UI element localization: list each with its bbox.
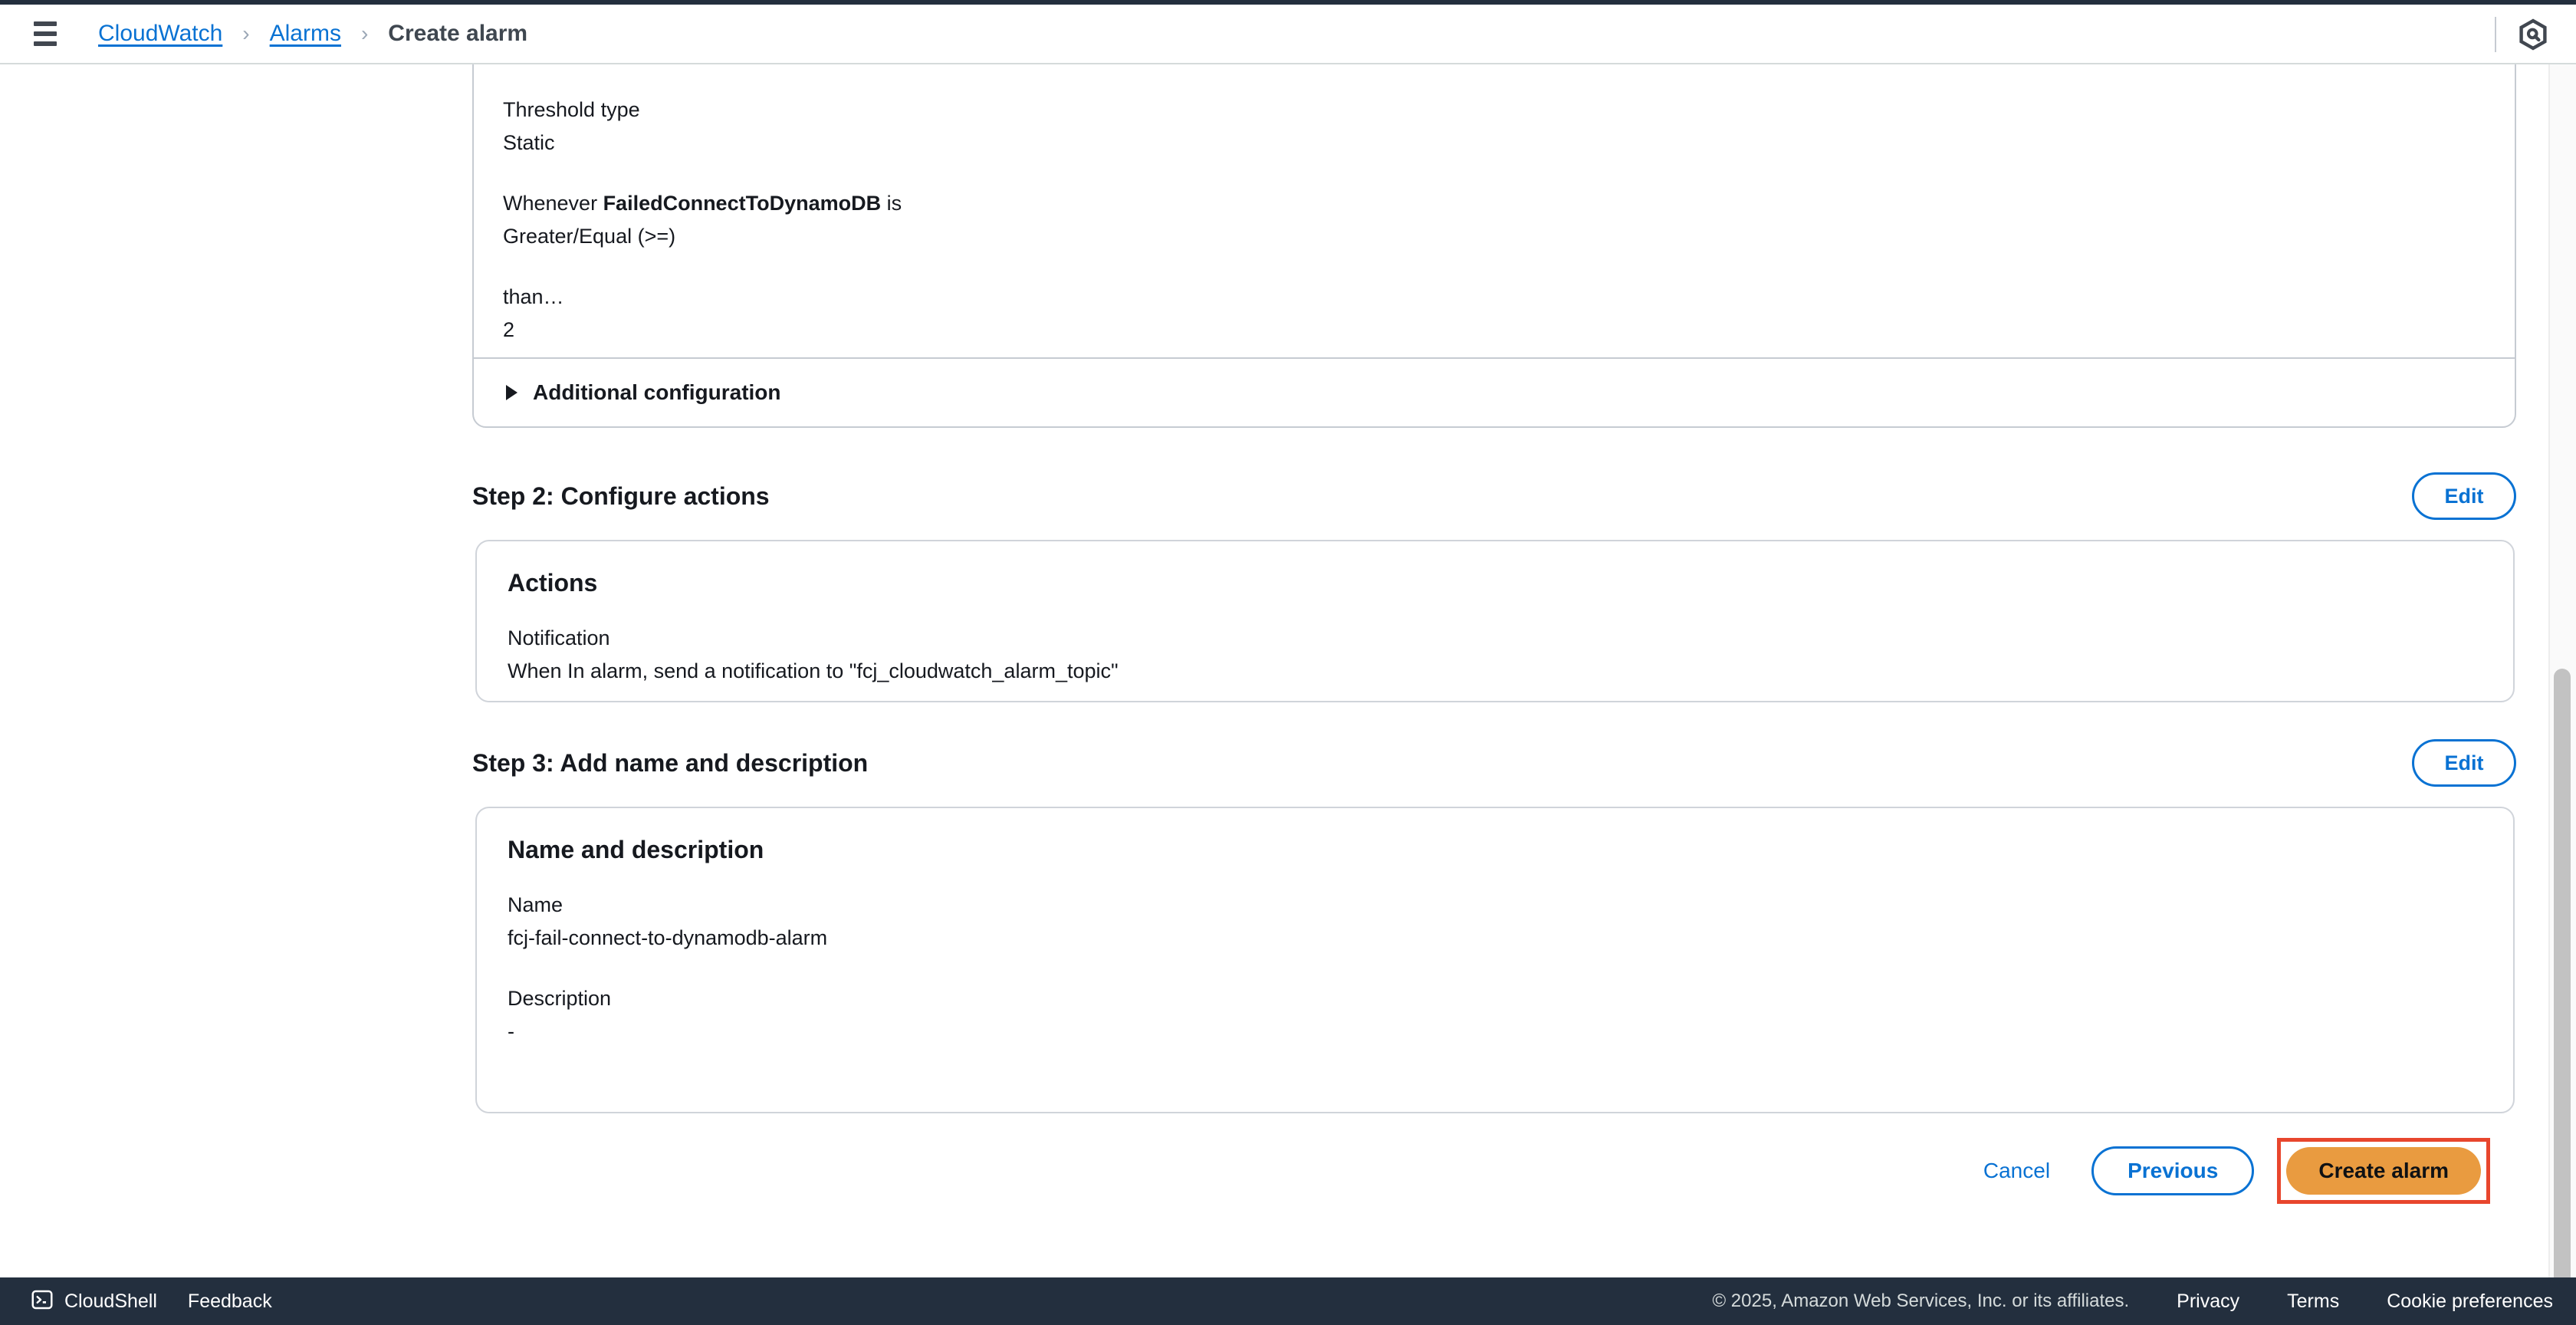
page-scrollbar-thumb[interactable] xyxy=(2554,669,2571,1322)
create-alarm-highlight-annotation: Create alarm xyxy=(2277,1138,2490,1204)
threshold-type-value: Static xyxy=(503,131,555,154)
privacy-link[interactable]: Privacy xyxy=(2177,1290,2239,1313)
terms-link[interactable]: Terms xyxy=(2287,1290,2339,1313)
footer-left-group: CloudShell Feedback xyxy=(21,1277,294,1325)
condition-metric-name: FailedConnectToDynamoDB xyxy=(603,192,882,215)
alarm-description-block: Description - xyxy=(508,982,2513,1048)
breadcrumb-item-cloudwatch[interactable]: CloudWatch xyxy=(98,21,222,47)
footer-right-group: © 2025, Amazon Web Services, Inc. or its… xyxy=(1712,1290,2553,1313)
condition-sentence: Whenever FailedConnectToDynamoDB is xyxy=(503,187,2515,220)
step3-heading: Step 3: Add name and description xyxy=(472,748,869,777)
threshold-type-block: Threshold type Static xyxy=(503,94,2515,159)
breadcrumb-item-create-alarm: Create alarm xyxy=(388,21,528,46)
step3-header-row: Step 3: Add name and description Edit xyxy=(472,739,2516,787)
cancel-button[interactable]: Cancel xyxy=(1960,1147,2073,1195)
alarm-description-value: - xyxy=(508,1020,514,1043)
notification-label: Notification xyxy=(508,626,610,649)
condition-prefix: Whenever xyxy=(503,192,603,215)
additional-configuration-label: Additional configuration xyxy=(533,380,781,404)
alarm-name-block: Name fcj-fail-connect-to-dynamodb-alarm xyxy=(508,889,2513,955)
cloudshell-label: CloudShell xyxy=(64,1290,157,1312)
cookie-preferences-link[interactable]: Cookie preferences xyxy=(2387,1290,2553,1313)
notification-value: When In alarm, send a notification to "f… xyxy=(508,659,1119,682)
create-alarm-button[interactable]: Create alarm xyxy=(2286,1147,2481,1195)
amazon-q-hexagon-icon[interactable] xyxy=(2516,18,2550,51)
header-right-group xyxy=(2495,5,2576,64)
chevron-right-icon: › xyxy=(360,21,369,45)
step2-edit-button[interactable]: Edit xyxy=(2412,472,2516,520)
than-label: than… xyxy=(503,285,564,308)
main-content: Threshold type Static Whenever FailedCon… xyxy=(0,64,2576,1279)
page-footer: CloudShell Feedback © 2025, Amazon Web S… xyxy=(0,1277,2576,1325)
breadcrumb-item-alarms[interactable]: Alarms xyxy=(270,21,341,47)
threshold-type-label: Threshold type xyxy=(503,98,640,121)
terminal-prompt-icon xyxy=(31,1288,54,1315)
page-scrollbar-track[interactable] xyxy=(2548,64,2576,1322)
threshold-value-block: than… 2 xyxy=(503,281,2515,347)
step1-threshold-panel: Threshold type Static Whenever FailedCon… xyxy=(472,64,2516,374)
header-divider xyxy=(2495,17,2496,52)
form-actions-bar: Cancel Previous Create alarm xyxy=(0,1138,2530,1204)
alarm-name-label: Name xyxy=(508,893,564,916)
step3-edit-button[interactable]: Edit xyxy=(2412,739,2516,787)
caret-right-icon xyxy=(506,385,518,400)
name-description-card: Name and description Name fcj-fail-conne… xyxy=(475,807,2515,1113)
breadcrumb: CloudWatch › Alarms › Create alarm xyxy=(98,21,527,47)
hamburger-menu-icon[interactable] xyxy=(28,16,63,51)
feedback-label: Feedback xyxy=(187,1290,272,1312)
feedback-button[interactable]: Feedback xyxy=(166,1277,294,1325)
alarm-name-value: fcj-fail-connect-to-dynamodb-alarm xyxy=(508,926,828,949)
condition-suffix: is xyxy=(881,192,902,215)
actions-card-title: Actions xyxy=(508,569,598,597)
than-value: 2 xyxy=(503,318,515,341)
name-description-card-title: Name and description xyxy=(508,836,764,863)
alarm-description-label: Description xyxy=(508,987,612,1010)
copyright-text: © 2025, Amazon Web Services, Inc. or its… xyxy=(1712,1290,2130,1311)
additional-configuration-expander[interactable]: Additional configuration xyxy=(472,357,2516,428)
cloudshell-button[interactable]: CloudShell xyxy=(21,1277,166,1325)
previous-button[interactable]: Previous xyxy=(2091,1146,2255,1195)
condition-operator: Greater/Equal (>=) xyxy=(503,225,676,248)
step2-header-row: Step 2: Configure actions Edit xyxy=(472,472,2516,520)
condition-block: Whenever FailedConnectToDynamoDB is Grea… xyxy=(503,187,2515,253)
chevron-right-icon: › xyxy=(242,21,250,45)
actions-card: Actions Notification When In alarm, send… xyxy=(475,540,2515,702)
step2-heading: Step 2: Configure actions xyxy=(472,482,770,510)
page-header: CloudWatch › Alarms › Create alarm xyxy=(0,5,2576,64)
